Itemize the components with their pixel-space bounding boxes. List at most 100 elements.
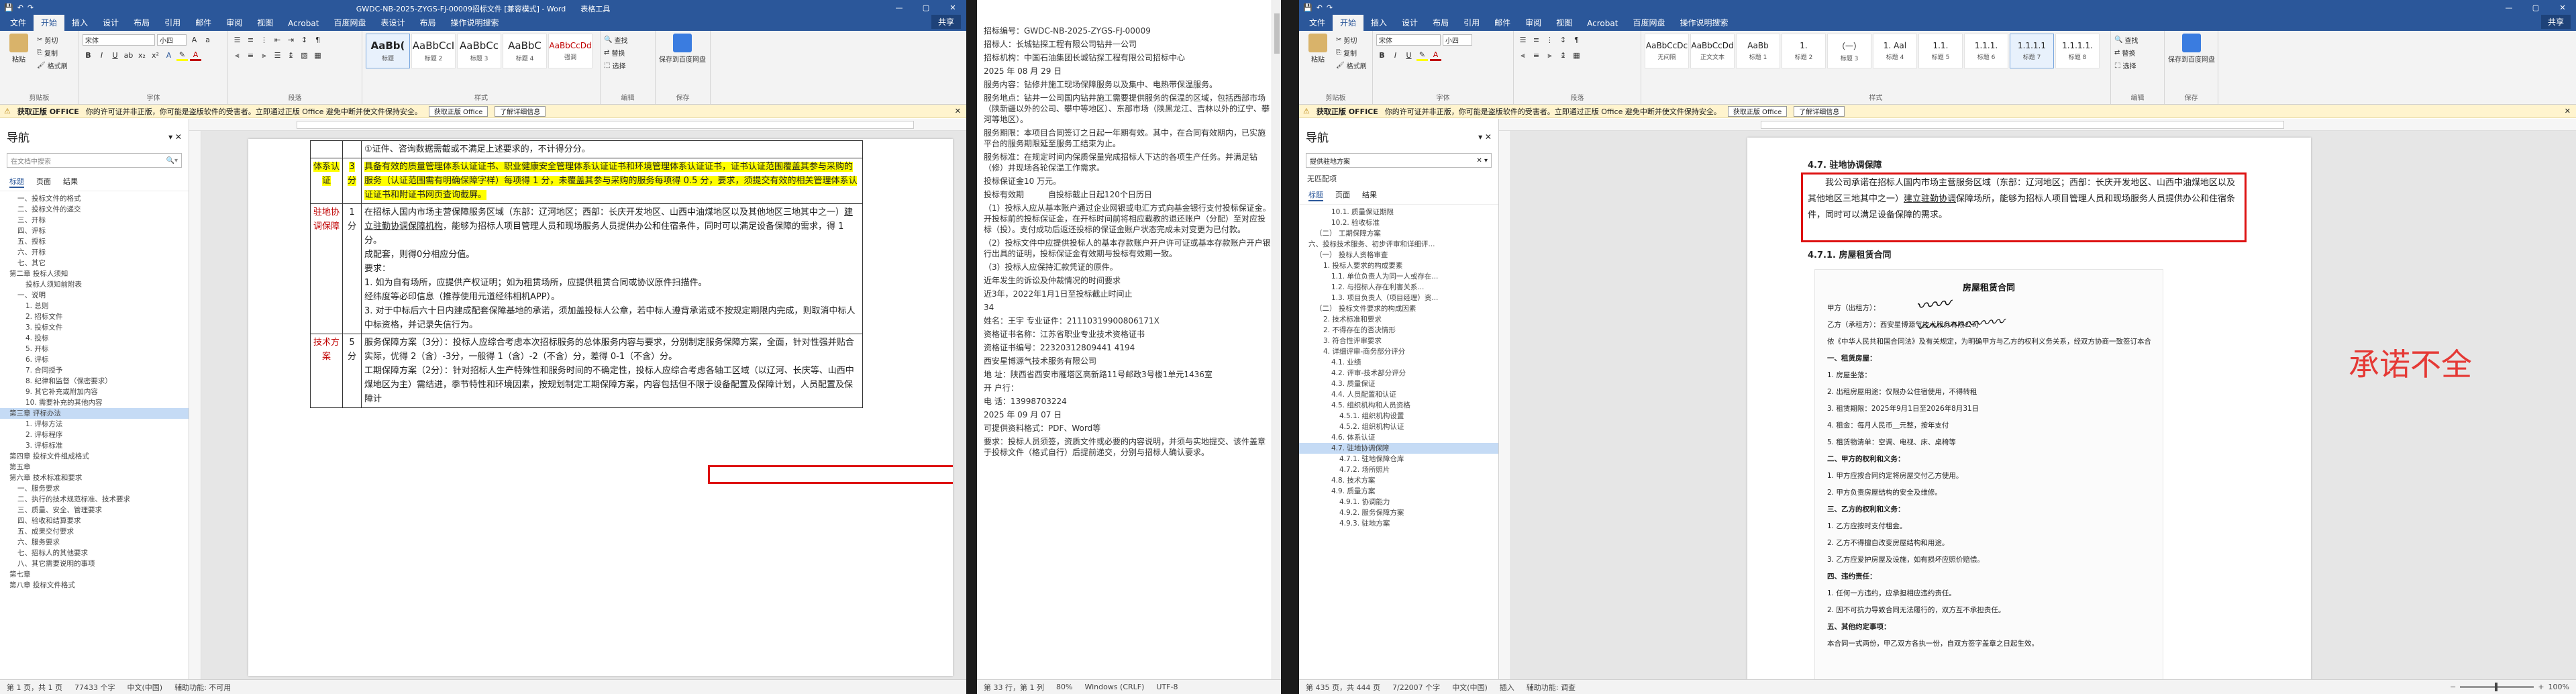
nav-item[interactable]: 第八章 投标文件格式 (0, 580, 189, 591)
tab-table-design[interactable]: 表设计 (373, 14, 412, 31)
replace-button[interactable]: ⇄ 替换 (604, 46, 652, 59)
nav-item[interactable]: 5. 开标 (0, 344, 189, 354)
nav-item[interactable]: 第六章 技术标准和要求 (0, 473, 189, 483)
show-marks-icon[interactable]: ¶ (1571, 34, 1582, 46)
redo-icon[interactable]: ↷ (1327, 3, 1333, 12)
nav-item[interactable]: 三、开标 (0, 215, 189, 226)
nav-item[interactable]: 2. 招标文件 (0, 311, 189, 322)
nav-item[interactable]: 4.1. 业绩 (1299, 357, 1498, 368)
nav-item[interactable]: 9. 其它补充或附加内容 (0, 387, 189, 397)
nav-item[interactable]: 4.5.2. 组织机构认证 (1299, 422, 1498, 432)
nav-item[interactable]: 4.9. 质量方案 (1299, 486, 1498, 497)
tab-baidu[interactable]: 百度网盘 (1625, 14, 1672, 31)
nav-tab-pages[interactable]: 页面 (1335, 189, 1350, 201)
bold-button[interactable]: B (1376, 50, 1388, 61)
redo-icon[interactable]: ↷ (28, 3, 34, 12)
align-left-icon[interactable]: ⫷ (231, 50, 243, 61)
nav-item[interactable]: 10. 需要补充的其他内容 (0, 397, 189, 408)
tab-layout[interactable]: 布局 (1425, 14, 1456, 31)
share-button[interactable]: 共享 (2540, 15, 2571, 29)
style-heading-4[interactable]: AaBbC 标题 4 (503, 34, 547, 68)
bold-button[interactable]: B (83, 50, 94, 61)
nav-item[interactable]: 八、其它需要说明的事项 (0, 558, 189, 569)
tab-review[interactable]: 审阅 (219, 14, 250, 31)
save-icon[interactable]: 💾 (1303, 3, 1312, 12)
format-painter-button[interactable]: 🖌 格式刷 (1336, 59, 1367, 72)
nav-item[interactable]: 3. 符合性评审要求 (1299, 336, 1498, 346)
nav-item[interactable]: 4. 详细评审-商务部分评分 (1299, 346, 1498, 357)
save-to-baidu-button[interactable]: 保存到百度网盘 (2168, 34, 2215, 64)
font-size-box[interactable]: 小四 (1443, 34, 1472, 46)
zoom-slider[interactable] (2460, 683, 2534, 691)
underline-button[interactable]: U (1403, 50, 1414, 61)
style-item[interactable]: 1.1. 标题 5 (1918, 34, 1963, 68)
text-content[interactable]: 招标编号：GWDC-NB-2025-ZYGS-FJ-00009 招标人：长城钻探工… (977, 0, 1281, 679)
insert-mode[interactable]: 插入 (1500, 682, 1514, 693)
nav-item[interactable]: 1.1. 单位负责人为同一人或存在... (1299, 271, 1498, 282)
sort-icon[interactable]: ↕ (299, 34, 310, 46)
borders-icon[interactable]: ▦ (312, 50, 323, 61)
font-name-box[interactable]: 宋体 (1376, 34, 1441, 46)
style-item[interactable]: 1.1.1. 标题 6 (1964, 34, 2008, 68)
style-emphasis[interactable]: AaBbCcDd 强调 (548, 34, 593, 68)
tab-view[interactable]: 视图 (250, 14, 280, 31)
nav-tab-headings[interactable]: 标题 (9, 176, 24, 188)
nav-close-icon[interactable]: ▾ ✕ (168, 132, 182, 142)
font-color-icon[interactable]: A (1430, 50, 1441, 61)
cut-button[interactable]: ✂ 剪切 (37, 34, 68, 46)
nav-item[interactable]: 4.7. 驻地协调保障 (1299, 443, 1498, 454)
nav-tab-results[interactable]: 结果 (1362, 189, 1377, 201)
tab-design[interactable]: 设计 (95, 14, 126, 31)
nav-item[interactable]: 2. 技术标准和要求 (1299, 314, 1498, 325)
close-button[interactable]: ✕ (2549, 3, 2576, 12)
align-center-icon[interactable]: ≡ (245, 50, 256, 61)
nav-item[interactable]: 七、招标人的其他要求 (0, 548, 189, 558)
nav-item[interactable]: （二） 工期保障方案 (1299, 228, 1498, 239)
nav-item[interactable]: 四、验收和结算要求 (0, 515, 189, 526)
shrink-font-icon[interactable]: a (202, 34, 213, 46)
nav-item[interactable]: 三、质量、安全、管理要求 (0, 505, 189, 515)
nav-item[interactable]: 1.3. 项目负责人（项目经理）资... (1299, 293, 1498, 303)
tab-file[interactable]: 文件 (1302, 14, 1333, 31)
style-item[interactable]: AaBbCcDd 正文文本 (1690, 34, 1735, 68)
nav-item[interactable]: 4.9.1. 协调能力 (1299, 497, 1498, 507)
learn-more-button[interactable]: 了解详细信息 (1794, 105, 1845, 117)
tab-references[interactable]: 引用 (1456, 14, 1487, 31)
undo-icon[interactable]: ↶ (1317, 3, 1323, 12)
save-icon[interactable]: 💾 (4, 3, 13, 12)
nav-item[interactable]: 七、其它 (0, 258, 189, 268)
zoom-in-button[interactable]: + (2538, 683, 2544, 691)
nav-tab-headings[interactable]: 标题 (1308, 189, 1323, 201)
style-heading-3[interactable]: AaBbCc 标题 3 (457, 34, 501, 68)
style-item[interactable]: 1. 标题 2 (1782, 34, 1826, 68)
shading-icon[interactable]: ▧ (299, 50, 310, 61)
undo-icon[interactable]: ↶ (17, 3, 23, 12)
language[interactable]: 中文(中国) (1452, 682, 1488, 693)
nav-item[interactable]: 一、投标文件的格式 (0, 193, 189, 204)
numbering-icon[interactable]: ≡ (1531, 34, 1542, 46)
align-right-icon[interactable]: ⫸ (1544, 50, 1555, 61)
nav-item[interactable]: 4.7.1. 驻地保障仓库 (1299, 454, 1498, 464)
numbering-icon[interactable]: ≡ (245, 34, 256, 46)
underline-button[interactable]: U (109, 50, 121, 61)
font-size-box[interactable]: 小四 (157, 34, 187, 46)
cut-button[interactable]: ✂ 剪切 (1336, 34, 1367, 46)
nav-item[interactable]: 10.1. 质量保证期限 (1299, 207, 1498, 217)
find-button[interactable]: 🔍 查找 (2114, 34, 2161, 46)
format-painter-button[interactable]: 🖌 格式刷 (37, 59, 68, 72)
nav-item[interactable]: 4.2. 评审-技术部分评分 (1299, 368, 1498, 379)
replace-button[interactable]: ⇄ 替换 (2114, 46, 2161, 59)
nav-item[interactable]: 一、服务要求 (0, 483, 189, 494)
copy-button[interactable]: ⎘ 复制 (37, 46, 68, 59)
paste-button[interactable]: 粘贴 (3, 34, 34, 72)
language[interactable]: 中文(中国) (127, 682, 162, 693)
tab-mailings[interactable]: 邮件 (188, 14, 219, 31)
nav-item[interactable]: 二、执行的技术规范标准、技术要求 (0, 494, 189, 505)
bullets-icon[interactable]: ☰ (1517, 34, 1529, 46)
nav-item[interactable]: 1. 投标人要求的构成要素 (1299, 260, 1498, 271)
nav-item[interactable]: 2. 评标程序 (0, 430, 189, 440)
tell-me-search[interactable]: 操作说明搜索 (443, 14, 506, 31)
superscript-button[interactable]: x² (150, 50, 161, 61)
close-message-icon[interactable]: ✕ (955, 107, 966, 115)
nav-item[interactable]: 7. 合同授予 (0, 365, 189, 376)
